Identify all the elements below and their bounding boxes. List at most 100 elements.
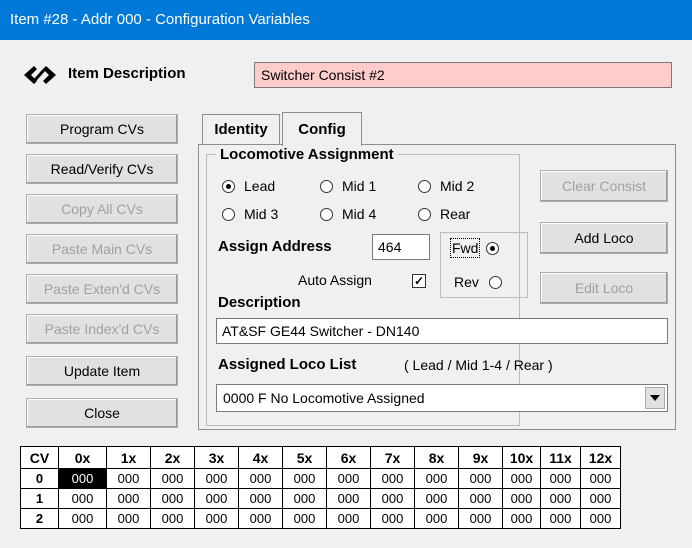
cv-cell[interactable]: 000	[58, 508, 107, 529]
cv-col-header: 2x	[150, 446, 195, 469]
cv-col-header: 1x	[106, 446, 151, 469]
radio-mid-3-dot	[222, 207, 235, 221]
tab-config[interactable]: Config	[282, 112, 362, 146]
cv-cell[interactable]: 000	[326, 468, 371, 489]
radio-mid-3[interactable]: Mid 3	[222, 204, 278, 224]
cv-cell[interactable]: 000	[194, 508, 239, 529]
cv-col-header: 0x	[58, 446, 107, 469]
cv-col-header: 6x	[326, 446, 371, 469]
cv-row-header: 0	[20, 468, 59, 489]
cv-cell[interactable]: 000	[580, 468, 621, 489]
radio-mid-3-label: Mid 3	[244, 206, 279, 222]
cv-row-header: 1	[20, 488, 59, 509]
item-description-label: Item Description	[68, 65, 186, 82]
radio-rear-dot	[418, 207, 431, 221]
cv-cell[interactable]: 000	[150, 468, 195, 489]
locomotive-assignment-title: Locomotive Assignment	[216, 146, 398, 163]
cv-cell[interactable]: 000	[370, 488, 415, 509]
radio-mid-1-label: Mid 1	[342, 178, 377, 194]
description-input[interactable]	[216, 318, 668, 344]
cv-cell[interactable]: 000	[540, 508, 581, 529]
cv-cell[interactable]: 000	[282, 508, 327, 529]
cv-cell[interactable]: 000	[370, 508, 415, 529]
item-description-input[interactable]	[254, 62, 672, 88]
cv-cell[interactable]: 000	[414, 468, 459, 489]
read-verify-cvs-button[interactable]: Read/Verify CVs	[26, 154, 178, 184]
cv-cell[interactable]: 000	[106, 468, 151, 489]
tab-identity[interactable]: Identity	[202, 114, 280, 144]
cv-cell[interactable]: 000	[502, 468, 541, 489]
cv-cell[interactable]: 000	[414, 488, 459, 509]
add-loco-button[interactable]: Add Loco	[540, 222, 668, 254]
cv-cell[interactable]: 000	[282, 488, 327, 509]
cv-table: CV 0x 1x 2x 3x 4x 5x 6x 7x 8x 9x 10x 11x…	[20, 446, 621, 529]
cv-cell[interactable]: 000	[58, 488, 107, 509]
radio-mid-4[interactable]: Mid 4	[320, 204, 376, 224]
cv-cell[interactable]: 000	[458, 468, 503, 489]
cv-corner-header: CV	[20, 446, 59, 469]
cv-cell[interactable]: 000	[238, 488, 283, 509]
radio-fwd[interactable]: Fwd	[449, 238, 508, 258]
logo-icon	[24, 66, 56, 84]
cv-cell[interactable]: 000	[580, 488, 621, 509]
cv-cell[interactable]: 000	[282, 468, 327, 489]
description-label: Description	[218, 294, 301, 311]
cv-cell[interactable]: 000	[194, 468, 239, 489]
cv-col-header: 10x	[502, 446, 541, 469]
cv-cell[interactable]: 000	[106, 488, 151, 509]
cv-cell[interactable]: 000	[106, 508, 151, 529]
assign-address-label: Assign Address	[218, 238, 332, 255]
close-button[interactable]: Close	[26, 398, 178, 428]
cv-cell[interactable]: 000	[540, 488, 581, 509]
dropdown-arrow-button[interactable]	[645, 387, 665, 409]
radio-mid-1-dot	[320, 179, 333, 193]
paste-extend-cvs-button[interactable]: Paste Exten'd CVs	[26, 274, 178, 304]
cv-cell[interactable]: 000	[458, 508, 503, 529]
copy-all-cvs-button[interactable]: Copy All CVs	[26, 194, 178, 224]
radio-mid-2[interactable]: Mid 2	[418, 176, 474, 196]
table-row: 0 000 000 000 000 000 000 000 000 000 00…	[20, 468, 621, 489]
cv-cell[interactable]: 000	[540, 468, 581, 489]
clear-consist-button[interactable]: Clear Consist	[540, 170, 668, 202]
cv-col-header: 9x	[458, 446, 503, 469]
paste-indexd-cvs-button[interactable]: Paste Index'd CVs	[26, 314, 178, 344]
cv-cell[interactable]: 000	[414, 508, 459, 529]
cv-cell[interactable]: 000	[238, 468, 283, 489]
cv-cell[interactable]: 000	[150, 488, 195, 509]
cv-row-header: 2	[20, 508, 59, 529]
cv-cell[interactable]: 000	[502, 488, 541, 509]
update-item-button[interactable]: Update Item	[26, 356, 178, 386]
radio-mid-4-dot	[320, 207, 333, 221]
cv-cell[interactable]: 000	[326, 488, 371, 509]
auto-assign-checkbox[interactable]: ✓	[412, 274, 426, 288]
paste-main-cvs-button[interactable]: Paste Main CVs	[26, 234, 178, 264]
radio-fwd-label: Fwd	[449, 238, 481, 258]
cv-col-header: 4x	[238, 446, 283, 469]
cv-col-header: 12x	[580, 446, 621, 469]
cv-cell[interactable]: 000	[580, 508, 621, 529]
radio-lead-dot	[222, 179, 235, 193]
cv-cell[interactable]: 000	[326, 508, 371, 529]
cv-col-header: 7x	[370, 446, 415, 469]
cv-cell[interactable]: 000	[58, 468, 107, 489]
edit-loco-button[interactable]: Edit Loco	[540, 272, 668, 304]
assign-address-input[interactable]	[372, 234, 430, 260]
assigned-loco-dropdown[interactable]: 0000 F No Locomotive Assigned	[216, 384, 668, 412]
check-mark-icon: ✓	[413, 274, 425, 288]
cv-cell[interactable]: 000	[458, 488, 503, 509]
title-bar: Item #28 - Addr 000 - Configuration Vari…	[0, 0, 692, 40]
radio-mid-2-dot	[418, 179, 431, 193]
radio-rev[interactable]: Rev	[454, 272, 511, 292]
radio-rear[interactable]: Rear	[418, 204, 470, 224]
cv-cell[interactable]: 000	[502, 508, 541, 529]
radio-lead[interactable]: Lead	[222, 176, 275, 196]
cv-cell[interactable]: 000	[150, 508, 195, 529]
cv-cell[interactable]: 000	[194, 488, 239, 509]
table-row: 2 000 000 000 000 000 000 000 000 000 00…	[20, 508, 621, 529]
program-cvs-button[interactable]: Program CVs	[26, 114, 178, 144]
radio-rev-dot	[488, 275, 502, 289]
cv-cell[interactable]: 000	[370, 468, 415, 489]
radio-mid-1[interactable]: Mid 1	[320, 176, 376, 196]
cv-cell[interactable]: 000	[238, 508, 283, 529]
radio-fwd-dot	[486, 241, 500, 255]
